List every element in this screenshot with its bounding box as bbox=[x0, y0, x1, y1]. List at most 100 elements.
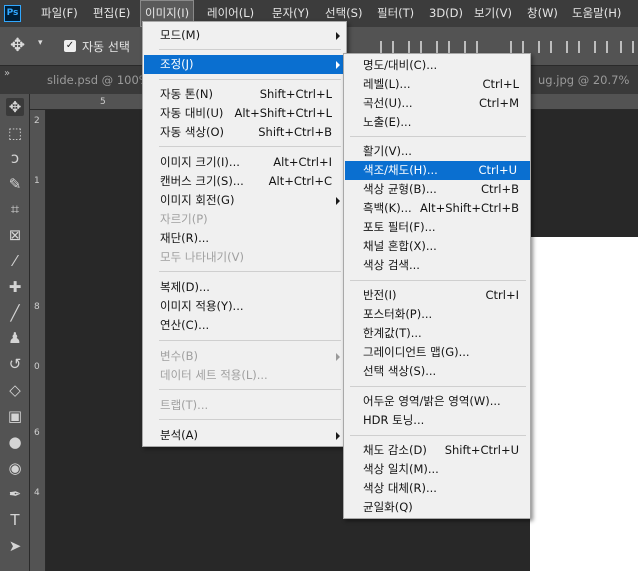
menu-3d[interactable]: 3D(D) bbox=[429, 0, 463, 27]
menu-help[interactable]: 도움말(H) bbox=[572, 0, 621, 27]
menu-item-image-rotation[interactable]: 이미지 회전(G) bbox=[144, 191, 345, 210]
pen-icon[interactable]: ✒ bbox=[6, 485, 24, 503]
blur-icon[interactable]: ● bbox=[6, 433, 24, 451]
menu-item-equalize[interactable]: 균일화(Q) bbox=[363, 498, 519, 517]
menu-item-desaturate[interactable]: 채도 감소(D) Shift+Ctrl+U bbox=[363, 441, 519, 460]
menu-item-image-size[interactable]: 이미지 크기(I)... Alt+Ctrl+I bbox=[160, 153, 332, 172]
menu-item-selective-color[interactable]: 선택 색상(S)... bbox=[363, 362, 519, 381]
tab-ug[interactable]: ug.jpg @ 20.7% (RG bbox=[538, 66, 638, 115]
auto-select-checkbox[interactable]: ✓ bbox=[64, 40, 76, 52]
eraser-icon[interactable]: ◇ bbox=[6, 381, 24, 399]
path-selection-icon[interactable]: ➤ bbox=[6, 537, 24, 555]
menu-item-variables[interactable]: 변수(B) bbox=[144, 347, 345, 366]
marquee-icon[interactable]: ⬚ bbox=[6, 124, 24, 142]
quick-select-icon[interactable]: ✎ bbox=[6, 175, 24, 193]
menu-item-mode[interactable]: 모드(M) bbox=[144, 26, 345, 45]
dodge-icon[interactable]: ◉ bbox=[6, 459, 24, 477]
menu-item-duplicate[interactable]: 복제(D)... bbox=[160, 278, 332, 297]
menu-item-calculations[interactable]: 연산(C)... bbox=[160, 316, 332, 335]
history-brush-icon[interactable]: ↺ bbox=[6, 355, 24, 373]
menu-edit[interactable]: 편집(E) bbox=[93, 0, 130, 27]
submenu-arrow-icon bbox=[336, 32, 340, 40]
ruler-tick: 0 bbox=[34, 362, 40, 372]
type-icon[interactable]: T bbox=[6, 511, 24, 529]
menu-item-hue-saturation[interactable]: 색조/채도(H)... Ctrl+U bbox=[345, 161, 530, 180]
menu-item-replace-color[interactable]: 색상 대체(R)... bbox=[363, 479, 519, 498]
menu-item-photo-filter[interactable]: 포토 필터(F)... bbox=[363, 218, 519, 237]
eyedropper-icon[interactable]: ⁄ bbox=[6, 252, 24, 270]
document-canvas[interactable] bbox=[530, 237, 638, 571]
menu-separator bbox=[159, 49, 341, 50]
submenu-arrow-icon bbox=[336, 353, 340, 361]
menu-filter[interactable]: 필터(T) bbox=[377, 0, 414, 27]
ruler-tick: 4 bbox=[34, 488, 40, 498]
distribute-icon[interactable] bbox=[464, 41, 478, 53]
brush-icon[interactable]: ╱ bbox=[6, 304, 24, 322]
menu-item-apply-image[interactable]: 이미지 적용(Y)... bbox=[160, 297, 332, 316]
tools-panel: ✥ ⬚ ↄ ✎ ⌗ ⊠ ⁄ ✚ ╱ ♟ ↺ ◇ ▣ ● ◉ ✒ T ➤ bbox=[0, 94, 30, 571]
menu-item-brightness-contrast[interactable]: 명도/대비(C)... bbox=[363, 56, 519, 75]
menu-item-reveal-all[interactable]: 모두 나타내기(V) bbox=[160, 248, 332, 267]
menu-separator bbox=[159, 419, 341, 420]
menu-separator bbox=[350, 136, 526, 137]
menu-file[interactable]: 파일(F) bbox=[41, 0, 78, 27]
menu-item-levels[interactable]: 레벨(L)... Ctrl+L bbox=[363, 75, 519, 94]
submenu-arrow-icon bbox=[336, 432, 340, 440]
menu-item-match-color[interactable]: 색상 일치(M)... bbox=[363, 460, 519, 479]
menu-item-exposure[interactable]: 노출(E)... bbox=[363, 113, 519, 132]
frame-icon[interactable]: ⊠ bbox=[6, 226, 24, 244]
menu-item-trim[interactable]: 재단(R)... bbox=[160, 229, 332, 248]
menu-item-vibrance[interactable]: 활기(V)... bbox=[363, 142, 519, 161]
crop-icon[interactable]: ⌗ bbox=[6, 200, 24, 218]
align-top-edges-icon[interactable] bbox=[510, 41, 524, 53]
menu-item-gradient-map[interactable]: 그레이디언트 맵(G)... bbox=[363, 343, 519, 362]
menu-view[interactable]: 보기(V) bbox=[474, 0, 512, 27]
menu-item-trap[interactable]: 트랩(T)... bbox=[160, 396, 332, 415]
menu-item-threshold[interactable]: 한계값(T)... bbox=[363, 324, 519, 343]
menu-item-shadows-highlights[interactable]: 어두운 영역/밝은 영역(W)... bbox=[363, 392, 519, 411]
menu-item-posterize[interactable]: 포스터화(P)... bbox=[363, 305, 519, 324]
menu-item-color-lookup[interactable]: 색상 검색... bbox=[363, 256, 519, 275]
menu-item-auto-contrast[interactable]: 자동 대비(U) Alt+Shift+Ctrl+L bbox=[160, 104, 332, 123]
align-horizontal-centers-icon[interactable] bbox=[408, 41, 422, 53]
align-left-edges-icon[interactable] bbox=[380, 41, 394, 53]
menu-item-apply-data-set[interactable]: 데이터 세트 적용(L)... bbox=[160, 366, 332, 385]
menu-item-analysis[interactable]: 분석(A) bbox=[144, 426, 345, 445]
align-vertical-centers-icon[interactable] bbox=[538, 41, 552, 53]
menu-item-auto-tone[interactable]: 자동 톤(N) Shift+Ctrl+L bbox=[160, 85, 332, 104]
auto-select-label: 자동 선택 bbox=[82, 40, 130, 54]
ruler-tick: 6 bbox=[34, 428, 40, 438]
chevron-down-icon[interactable]: ▾ bbox=[38, 38, 43, 48]
menu-item-curves[interactable]: 곡선(U)... Ctrl+M bbox=[363, 94, 519, 113]
vertical-ruler: 2 1 8 0 6 4 bbox=[30, 110, 46, 571]
menu-window[interactable]: 창(W) bbox=[527, 0, 558, 27]
align-right-edges-icon[interactable] bbox=[436, 41, 450, 53]
menu-item-auto-color[interactable]: 자동 색상(O) Shift+Ctrl+B bbox=[160, 123, 332, 142]
move-icon[interactable]: ✥ bbox=[6, 98, 24, 116]
submenu-arrow-icon bbox=[336, 197, 340, 205]
align-bottom-edges-icon[interactable] bbox=[566, 41, 580, 53]
menu-item-adjustments[interactable]: 조정(J) bbox=[144, 55, 345, 74]
menu-separator bbox=[159, 389, 341, 390]
gradient-icon[interactable]: ▣ bbox=[6, 407, 24, 425]
menu-item-crop[interactable]: 자르기(P) bbox=[160, 210, 332, 229]
menu-item-color-balance[interactable]: 색상 균형(B)... Ctrl+B bbox=[363, 180, 519, 199]
submenu-arrow-icon bbox=[336, 61, 340, 69]
distribute-horizontal-icon[interactable] bbox=[620, 41, 634, 53]
tab-slide[interactable]: slide.psd @ 100% bbox=[47, 66, 150, 94]
menu-separator bbox=[350, 386, 526, 387]
menu-separator bbox=[350, 280, 526, 281]
menu-item-canvas-size[interactable]: 캔버스 크기(S)... Alt+Ctrl+C bbox=[160, 172, 332, 191]
clone-stamp-icon[interactable]: ♟ bbox=[6, 329, 24, 347]
menu-item-invert[interactable]: 반전(I) Ctrl+I bbox=[363, 286, 519, 305]
lasso-icon[interactable]: ↄ bbox=[6, 149, 24, 167]
healing-brush-icon[interactable]: ✚ bbox=[6, 278, 24, 296]
distribute-vertical-icon[interactable] bbox=[594, 41, 608, 53]
menu-item-channel-mixer[interactable]: 채널 혼합(X)... bbox=[363, 237, 519, 256]
menu-separator bbox=[159, 146, 341, 147]
double-chevron-icon[interactable]: » bbox=[4, 68, 10, 79]
menu-separator bbox=[159, 340, 341, 341]
menu-item-hdr-toning[interactable]: HDR 토닝... bbox=[363, 411, 519, 430]
menu-item-black-white[interactable]: 흑백(K)... Alt+Shift+Ctrl+B bbox=[363, 199, 519, 218]
move-tool-icon[interactable]: ✥ bbox=[10, 35, 25, 56]
